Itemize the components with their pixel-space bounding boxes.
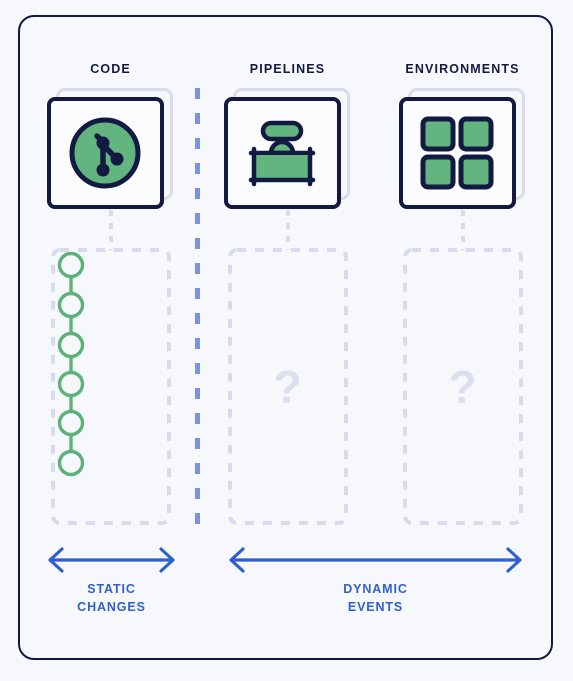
connector-code [108, 210, 113, 250]
static-changes-label-line2: CHANGES [77, 600, 146, 614]
dynamic-events-label-line2: EVENTS [347, 600, 404, 614]
arrow-row [0, 545, 573, 575]
panel-code [50, 248, 171, 525]
icon-card-pipelines [223, 88, 352, 210]
icon-card-code [46, 88, 175, 210]
dynamic-events-label-line1: DYNAMIC [343, 582, 408, 596]
column-title-code: CODE [90, 62, 131, 76]
question-mark-icon: ? [273, 360, 302, 413]
card-front-layer [223, 97, 341, 209]
grid-squares-icon [419, 115, 495, 191]
static-changes-arrow [45, 545, 178, 575]
panel-environments: ? [402, 248, 523, 525]
dynamic-events-arrow [226, 545, 525, 575]
diagram-canvas: CODE PIPELINES ? ENVIRONMENTS ? STATIC C… [0, 0, 573, 681]
panel-pipelines: ? [227, 248, 348, 525]
column-title-pipelines: PIPELINES [249, 62, 326, 76]
question-mark-icon: ? [448, 360, 477, 413]
connector-pipelines [285, 210, 290, 250]
card-front-layer [398, 97, 516, 209]
pipeline-valve-icon [243, 117, 321, 189]
column-title-environments: ENVIRONMENTS [405, 62, 520, 76]
static-changes-label: STATIC CHANGES [45, 580, 178, 616]
static-changes-label-line1: STATIC [87, 582, 136, 596]
static-dynamic-divider [195, 88, 200, 528]
git-branch-icon [67, 115, 143, 191]
icon-card-environments [398, 88, 527, 210]
dynamic-events-label: DYNAMIC EVENTS [226, 580, 525, 616]
card-front-layer [46, 97, 164, 209]
connector-environments [460, 210, 465, 250]
